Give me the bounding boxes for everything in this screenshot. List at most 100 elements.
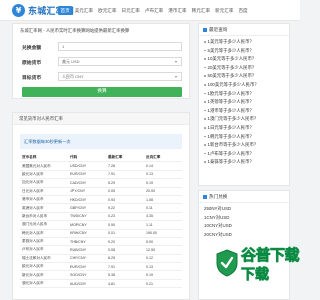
recent-query-link[interactable]: 1泰铢等于多少人民币？ — [204, 158, 289, 167]
to-currency-select[interactable]: 人民币 CNY ▾ — [58, 72, 182, 81]
table-cell: 新台币对人民币 — [22, 213, 48, 218]
recent-query-text: 1泰铢等于多少人民币？ — [207, 159, 254, 165]
currency-converter-panel: 东城汇率网 - 人民币实时汇率换算网站提供最新汇率换算 兑换金额 1 原始货币 … — [12, 23, 190, 99]
common-rates-panel: 常见货币对人民币汇率 汇率数据每30秒更新一次 货币名称 代码 最新汇率 反向汇… — [12, 112, 190, 300]
nav-item-rub[interactable]: 卢布汇率 — [142, 6, 165, 15]
nav-item-jpy[interactable]: 日元汇率 — [119, 6, 142, 15]
nav-item-baidu[interactable]: 百度 — [236, 6, 250, 15]
recent-query-link[interactable]: 1日元等于多少人民币？ — [204, 124, 289, 133]
table-header: 货币名称 代码 最新汇率 反向汇率 — [20, 154, 182, 163]
table-cell: 190.00 — [146, 231, 157, 236]
table-row[interactable]: 加元对人民币 CAD/CNY 5.29 0.19 — [20, 179, 182, 188]
bullet-icon — [204, 118, 206, 120]
hot-exchange-list: 250NY对USD 1CNY对USD 10CNY对USD 20CNY对USD — [199, 203, 289, 239]
recent-query-text: 1英镑等于多少人民币？ — [207, 99, 254, 105]
bullet-icon — [204, 66, 206, 69]
table-cell: AUD/CNY — [70, 281, 87, 286]
bullet-icon — [204, 101, 206, 103]
hot-exchange-heading: 热门兑换 — [209, 193, 228, 199]
table-cell: 8.25 — [108, 256, 115, 261]
recent-query-link[interactable]: 1港币等于多少人民币？ — [204, 107, 289, 116]
recent-query-link[interactable]: 5美元等于多少人民币？ — [204, 47, 289, 56]
recent-query-link[interactable]: 1英镑等于多少人民币？ — [204, 98, 289, 107]
table-cell: 英镑对人民币 — [22, 205, 44, 210]
bullet-icon — [204, 109, 206, 112]
table-cell: 瑞士法郎对人民币 — [22, 255, 51, 260]
column-header: 反向汇率 — [146, 155, 161, 160]
recent-query-link[interactable]: 1新台币等于多少人民币？ — [204, 141, 289, 150]
recent-query-link[interactable]: 20美元等于多少人民币？ — [204, 64, 289, 73]
watermark-text: 谷普下载 — [241, 246, 300, 265]
table-row[interactable]: 澳元对人民币 AUD/CNY 4.81 0.21 — [20, 280, 182, 289]
bullet-icon — [204, 144, 206, 146]
recent-queries-heading: 最近查询 — [209, 26, 228, 32]
recent-query-link[interactable]: 50美元等于多少人民币？ — [204, 72, 289, 81]
table-cell: 7.91 — [108, 172, 115, 177]
recent-query-link[interactable]: 1澳门元等于多少人民币？ — [204, 115, 289, 124]
nav-item-hkd[interactable]: 港币汇率 — [166, 6, 189, 15]
nav-item-sgd[interactable]: 新元汇率 — [213, 6, 236, 15]
table-row[interactable]: 新台币对人民币 TWD/CNY 0.23 4.35 — [20, 213, 182, 222]
square-bullet-icon — [203, 194, 207, 199]
recent-query-link[interactable]: 1欧元等于多少人民币？ — [204, 90, 289, 99]
table-cell: 欧元对人民币 — [22, 171, 44, 176]
table-cell: 0.13 — [146, 264, 153, 269]
table-row[interactable]: 欧元对人民币 EUR/CNY 7.91 0.13 — [20, 263, 182, 272]
table-row[interactable]: 瑞士法郎对人民币 CHF/CNY 8.25 0.12 — [20, 255, 182, 264]
recent-query-link[interactable]: 10美元等于多少人民币？ — [204, 55, 289, 64]
table-cell: 0.20 — [108, 239, 115, 244]
exchange-link[interactable]: 10CNY对USD — [204, 222, 289, 231]
table-row[interactable]: 新元对人民币 SGD/CNY 5.38 0.19 — [20, 271, 182, 280]
rates-table-body: 美国美元对人民币 USD/CNY 7.28 0.14 欧元对人民币 EUR/CNY 7.91… — [20, 162, 182, 289]
from-currency-label: 原始货币 — [22, 60, 42, 66]
table-row[interactable]: 卢布对人民币 RUB/CNY 0.08 12.50 — [20, 246, 182, 255]
table-row[interactable]: 港币对人民币 HKD/CNY 0.93 1.08 — [20, 196, 182, 205]
table-cell: 加元对人民币 — [22, 180, 44, 185]
main-nav: 首页 美元汇率 欧元汇率 日元汇率 卢布汇率 港币汇率 韩元汇率 新元汇率 百度 — [58, 6, 250, 15]
table-cell: EUR/CNY — [70, 264, 87, 269]
amount-label: 兑换金额 — [22, 45, 42, 51]
exchange-link[interactable]: 20CNY对USD — [204, 231, 289, 240]
to-currency-label: 目标货币 — [22, 75, 42, 81]
recent-query-text: 1澳门元等于多少人民币？ — [207, 116, 259, 122]
table-row[interactable]: 日元对人民币 JPY/CNY 0.05 20.00 — [20, 188, 182, 196]
table-cell: 0.14 — [146, 164, 153, 169]
table-row[interactable]: 泰铢对人民币 THB/CNY 0.20 5.00 — [20, 238, 182, 247]
table-cell: 0.19 — [146, 273, 153, 278]
table-cell: 澳门元对人民币 — [22, 222, 48, 227]
table-cell: 0.05 — [108, 189, 115, 194]
recent-query-link[interactable]: 100美元等于多少人民币？ — [204, 81, 289, 90]
table-row[interactable]: 英镑对人民币 GBP/CNY 9.22 0.11 — [20, 204, 182, 213]
nav-item-usd[interactable]: 美元汇率 — [72, 6, 95, 15]
table-cell: 0.23 — [108, 214, 115, 219]
table-cell: HKD/CNY — [70, 197, 87, 202]
table-row[interactable]: 韩元对人民币 KRW/CNY 0.01 190.00 — [20, 230, 182, 238]
nav-item-eur[interactable]: 欧元汇率 — [96, 6, 119, 15]
hot-exchange-title: 热门兑换 — [199, 191, 289, 203]
table-cell: 9.22 — [108, 206, 115, 211]
exchange-link-text: 250NY对USD — [204, 206, 232, 211]
amount-row: 兑换金额 1 — [22, 42, 182, 51]
table-cell: 泰铢对人民币 — [22, 239, 44, 244]
table-row[interactable]: 美国美元对人民币 USD/CNY 7.28 0.14 — [20, 162, 182, 171]
recent-query-text: 1韩元等于多少人民币？ — [207, 133, 254, 139]
table-cell: 0.12 — [146, 256, 153, 261]
exchange-link[interactable]: 1CNY对USD — [204, 214, 289, 223]
recent-query-link[interactable]: 1美元等于多少人民币？ — [204, 38, 289, 47]
table-row[interactable]: 欧元对人民币 EUR/CNY 7.91 0.13 — [20, 171, 182, 180]
rates-panel-title: 常见货币对人民币汇率 — [13, 113, 189, 125]
table-row[interactable]: 澳门元对人民币 MOP/CNY 0.90 1.11 — [20, 221, 182, 230]
amount-input[interactable]: 1 — [58, 42, 182, 51]
amount-value: 1 — [62, 44, 65, 49]
from-currency-select[interactable]: 美元 USD ▾ — [58, 57, 182, 66]
nav-item-krw[interactable]: 韩元汇率 — [189, 6, 212, 15]
table-cell: EUR/CNY — [70, 172, 87, 177]
recent-query-link[interactable]: 1韩元等于多少人民币？ — [204, 133, 289, 142]
convert-button[interactable]: 换算 — [22, 87, 182, 97]
table-cell: CHF/CNY — [70, 256, 86, 261]
exchange-link[interactable]: 250NY对USD — [204, 205, 289, 214]
recent-query-text: 1美元等于多少人民币？ — [207, 39, 254, 44]
converter-title: 东城汇率网 - 人民币实时汇率换算网站提供最新汇率换算 — [20, 28, 130, 33]
nav-item-home[interactable]: 首页 — [58, 6, 73, 15]
recent-query-link[interactable]: 1卢布等于多少人民币？ — [204, 150, 289, 159]
